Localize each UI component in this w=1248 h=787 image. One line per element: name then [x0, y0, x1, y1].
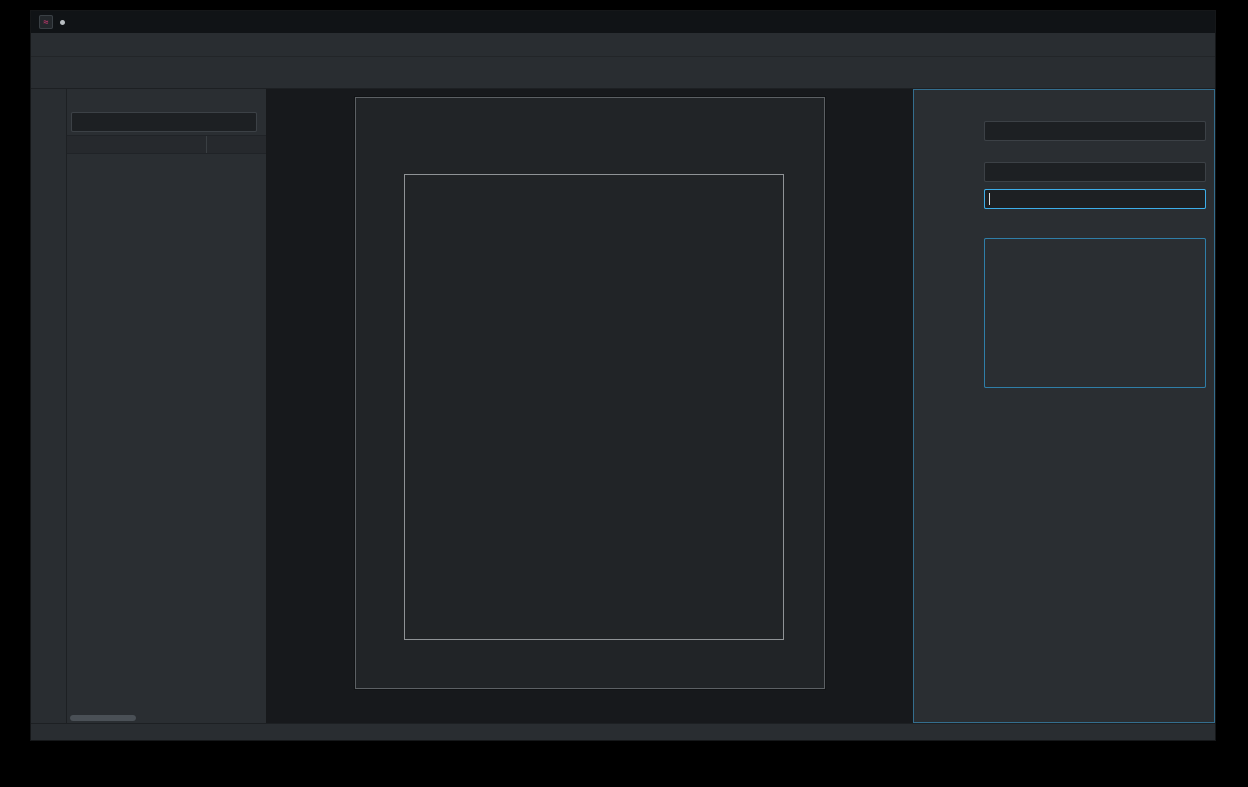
- scatter-points-canvas: [405, 175, 785, 641]
- properties-dock: [913, 89, 1215, 723]
- statusbar: [31, 723, 1215, 740]
- column-header-name[interactable]: [67, 136, 207, 153]
- labplot-app-icon: ≈: [39, 15, 53, 29]
- plot-area[interactable]: [404, 174, 784, 640]
- project-explorer-dock: [67, 89, 267, 723]
- main-toolbar: [31, 57, 1215, 89]
- scrollbar-thumb[interactable]: [70, 715, 136, 721]
- project-tree: [67, 154, 266, 713]
- labplot-window: ≈: [30, 10, 1216, 741]
- menubar: [31, 33, 1215, 57]
- file-name-input[interactable]: [984, 121, 1206, 141]
- project-properties-form: [914, 112, 1214, 395]
- pin-icon: [60, 20, 65, 25]
- worksheet-tools-toolbar: [31, 89, 67, 723]
- titlebar[interactable]: ≈: [31, 11, 1215, 33]
- search-filter-input[interactable]: [71, 112, 257, 132]
- tree-column-headers: [67, 135, 266, 154]
- author-input[interactable]: [984, 189, 1206, 209]
- text-caret: [989, 193, 990, 205]
- worksheet-view[interactable]: [267, 89, 913, 723]
- properties-header[interactable]: [914, 90, 1214, 112]
- project-name-input[interactable]: [984, 162, 1206, 182]
- project-explorer-header[interactable]: [67, 89, 266, 111]
- search-row: [71, 112, 262, 132]
- horizontal-scrollbar[interactable]: [67, 713, 266, 723]
- worksheet-page[interactable]: [355, 97, 825, 689]
- comment-textarea[interactable]: [984, 238, 1206, 388]
